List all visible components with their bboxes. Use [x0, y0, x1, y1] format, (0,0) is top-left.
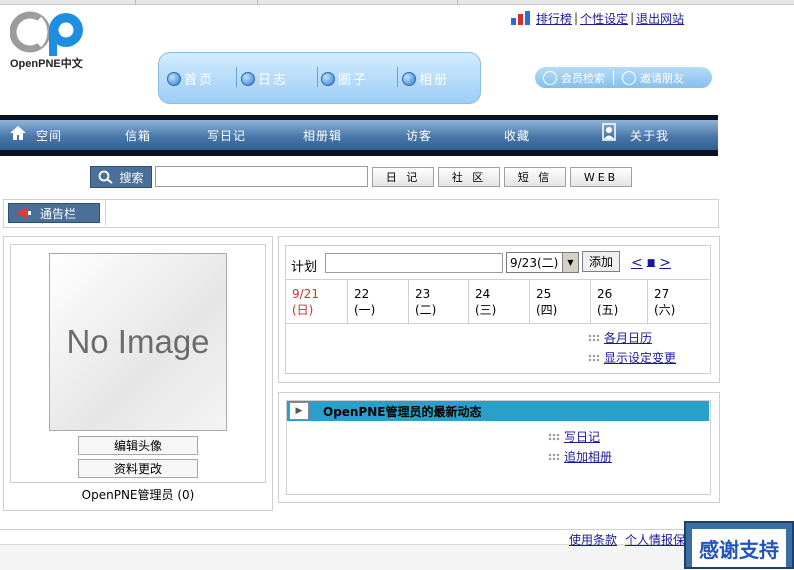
settings-link[interactable]: 个性设定: [580, 10, 628, 27]
invite-friends-link[interactable]: 邀请朋友: [640, 70, 684, 86]
search-scope-web[interactable]: WEB: [570, 167, 632, 187]
nav-home[interactable]: 首页: [167, 69, 214, 88]
main-nav-bar: 空间 信箱 写日记 相册辑 访客 收藏 关于我: [0, 115, 718, 156]
about-me-person-icon: [602, 123, 616, 141]
monthly-calendar-link[interactable]: 各月日历: [588, 329, 652, 346]
search-input[interactable]: [155, 166, 368, 187]
search-button[interactable]: 搜索: [90, 166, 152, 188]
member-tools-pill: 会员检索 邀请朋友: [535, 67, 712, 88]
nav-favorites[interactable]: 收藏: [504, 127, 530, 144]
add-album-link[interactable]: 追加相册: [548, 448, 612, 465]
edit-avatar-button[interactable]: 编辑头像: [78, 436, 198, 455]
calendar-day[interactable]: 27 (六): [648, 280, 709, 323]
nav-album[interactable]: 相册: [402, 69, 449, 88]
schedule-date-select[interactable]: 9/23(二) ▼: [506, 252, 579, 273]
nav-write-diary[interactable]: 写日记: [207, 127, 246, 144]
nav-diary[interactable]: 日志: [241, 69, 288, 88]
thanks-support-badge[interactable]: 感谢支持: [684, 521, 794, 569]
privacy-link[interactable]: 个人情报保: [625, 531, 685, 548]
nav-visitors[interactable]: 访客: [406, 127, 432, 144]
terms-link[interactable]: 使用条款: [569, 531, 617, 548]
write-diary-link[interactable]: 写日记: [548, 428, 600, 445]
nav-space[interactable]: 空间: [36, 127, 62, 144]
top-links: 排行榜 | 个性设定 | 退出网站: [510, 8, 684, 28]
magnifier-icon: [99, 170, 114, 184]
calendar-day[interactable]: 24 (三): [469, 280, 530, 323]
brand-name: OpenPNE中文: [10, 58, 83, 70]
schedule-label: 计划: [291, 260, 318, 275]
bullet-dot-icon: [402, 71, 416, 86]
calendar-week-nav: < ■ >: [631, 255, 671, 271]
link-separator: |: [630, 11, 635, 25]
calendar-day[interactable]: 9/21 (日): [286, 280, 348, 323]
calendar-day-today[interactable]: 23 (二): [409, 280, 469, 323]
edit-profile-button[interactable]: 资料更改: [78, 459, 198, 478]
activity-header: ▶ OpenPNE管理员的最新动态: [287, 401, 709, 421]
calendar-day[interactable]: 22 (一): [348, 280, 409, 323]
nav-community[interactable]: 圈子: [321, 69, 368, 88]
calendar-day[interactable]: 25 (四): [530, 280, 591, 323]
home-icon: [10, 126, 26, 140]
invite-person-icon: [622, 70, 636, 85]
calendar-day[interactable]: 26 (五): [591, 280, 648, 323]
week-calendar-row: 9/21 (日) 22 (一) 23 (二) 24 (三) 25 (四) 26 …: [286, 279, 709, 324]
bullet-dot-icon: [321, 71, 335, 86]
search-scope-message[interactable]: 短 信: [504, 167, 566, 187]
play-arrow-icon: ▶: [289, 402, 309, 420]
schedule-input[interactable]: [325, 253, 503, 273]
primary-nav-pill: 首页 日志 圈子 相册: [158, 52, 481, 104]
dotted-bullet-icon: [588, 333, 600, 342]
megaphone-icon: [18, 207, 31, 219]
dotted-bullet-icon: [548, 452, 560, 461]
ranking-link[interactable]: 排行榜: [536, 10, 572, 27]
member-search-link[interactable]: 会员检索: [561, 70, 605, 86]
ranking-bar-chart-icon: [511, 11, 530, 25]
member-search-icon: [543, 70, 557, 85]
bullet-dot-icon: [167, 71, 181, 86]
bullet-dot-icon: [241, 71, 255, 86]
footer-links: 使用条款 个人情报保: [569, 531, 685, 548]
dotted-bullet-icon: [588, 353, 600, 362]
link-separator: |: [574, 11, 579, 25]
nav-mailbox[interactable]: 信箱: [125, 127, 151, 144]
search-scope-community[interactable]: 社 区: [438, 167, 500, 187]
notice-bar: [3, 199, 719, 228]
browser-tab-strip: [0, 0, 794, 5]
profile-image-placeholder: No Image: [49, 253, 227, 431]
notice-label[interactable]: 通告栏: [8, 203, 100, 223]
openpne-logo[interactable]: [10, 8, 86, 56]
next-week-link[interactable]: >: [659, 255, 671, 271]
profile-name: OpenPNE管理员 (0): [81, 488, 195, 502]
display-settings-link[interactable]: 显示设定变更: [588, 349, 676, 366]
search-scope-diary[interactable]: 日 记: [372, 167, 434, 187]
logout-link[interactable]: 退出网站: [636, 10, 684, 27]
nav-albums[interactable]: 相册辑: [303, 127, 342, 144]
schedule-add-button[interactable]: 添加: [582, 251, 620, 272]
chevron-down-icon: ▼: [562, 253, 578, 272]
this-week-link[interactable]: ■: [647, 255, 656, 271]
dotted-bullet-icon: [548, 432, 560, 441]
prev-week-link[interactable]: <: [631, 255, 643, 271]
nav-about-me[interactable]: 关于我: [630, 127, 669, 144]
